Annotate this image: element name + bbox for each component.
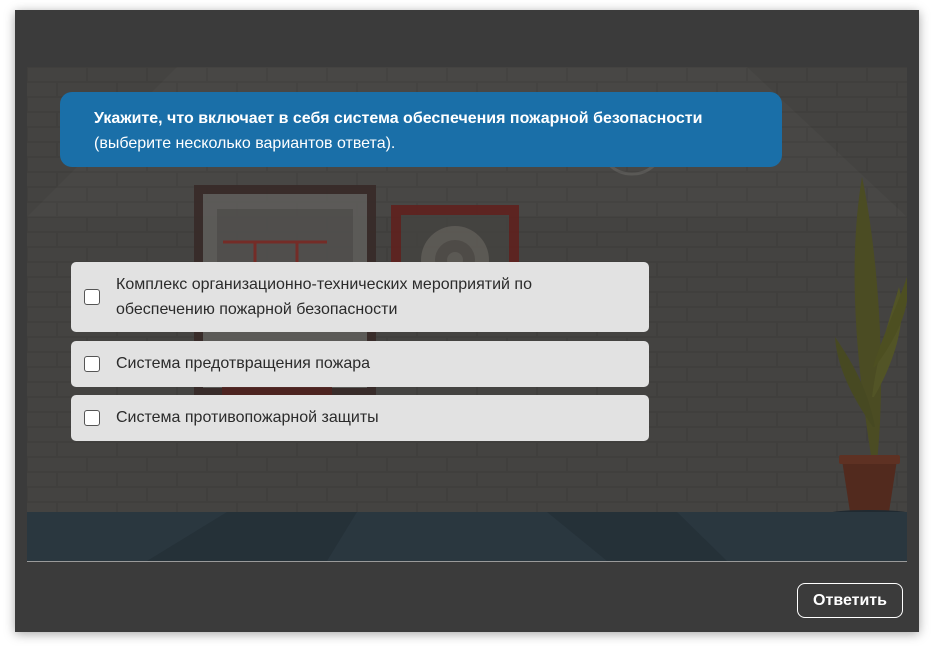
answer-option-2[interactable]: Система предотвращения пожара [71, 341, 649, 387]
submit-answer-button[interactable]: Ответить [797, 583, 903, 618]
checkbox-icon[interactable] [84, 289, 100, 305]
answer-option-label: Система предотвращения пожара [116, 355, 371, 372]
question-text: Укажите, что включает в себя система обе… [94, 110, 703, 127]
answer-option-label: Комплекс организационно-технических меро… [116, 276, 532, 318]
checkbox-icon[interactable] [84, 356, 100, 372]
checkbox-icon[interactable] [84, 410, 100, 426]
answer-option-1[interactable]: Комплекс организационно-технических меро… [71, 262, 649, 332]
answer-option-label: Система противопожарной защиты [116, 409, 379, 426]
question-hint: (выберите несколько вариантов ответа). [94, 135, 396, 152]
question-box: Укажите, что включает в себя система обе… [60, 92, 782, 167]
footer-divider [27, 561, 907, 562]
player-window: Укажите, что включает в себя система обе… [15, 10, 919, 632]
answer-option-3[interactable]: Система противопожарной защиты [71, 395, 649, 441]
